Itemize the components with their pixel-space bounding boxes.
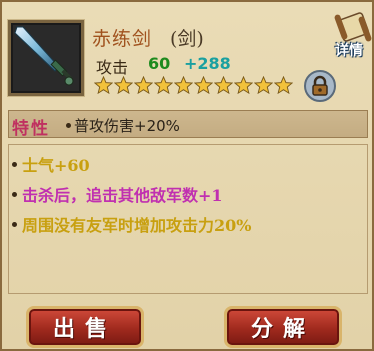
item-type: (剑) [170, 28, 204, 50]
star-icon [154, 76, 173, 95]
trait-label: 特性 [12, 119, 50, 139]
star-icon [94, 76, 113, 95]
effect-item: 周围没有友军时增加攻击力20% [22, 216, 252, 235]
sell-button[interactable]: 出售 [26, 306, 144, 348]
bullet-icon [66, 123, 71, 128]
star-icon [174, 76, 193, 95]
bullet-icon [12, 162, 17, 167]
star-icon [254, 76, 273, 95]
trait-row [8, 110, 368, 138]
item-name: 赤练剑 [92, 28, 153, 50]
attack-bonus-value: +288 [184, 54, 231, 73]
detail-label: 详情 [335, 43, 363, 59]
attack-base-value: 60 [148, 54, 171, 73]
star-icon [194, 76, 213, 95]
effect-item: 击杀后，追击其他敌军数+1 [22, 186, 223, 205]
star-icon [234, 76, 253, 95]
star-rating [94, 76, 293, 95]
sword-icon [8, 20, 84, 96]
bullet-icon [12, 192, 17, 197]
star-icon [134, 76, 153, 95]
attack-label: 攻击 [96, 58, 129, 77]
star-icon [274, 76, 293, 95]
item-detail-panel: 赤练剑 (剑) 攻击 60 +288 详情 特性 普攻伤害+20% 士气+60 … [0, 0, 374, 351]
star-icon [214, 76, 233, 95]
trait-value: 普攻伤害+20% [74, 117, 180, 135]
bullet-icon [12, 222, 17, 227]
decompose-button[interactable]: 分解 [224, 306, 342, 348]
effect-item: 士气+60 [22, 156, 90, 175]
star-icon [114, 76, 133, 95]
lock-icon[interactable] [304, 70, 336, 102]
